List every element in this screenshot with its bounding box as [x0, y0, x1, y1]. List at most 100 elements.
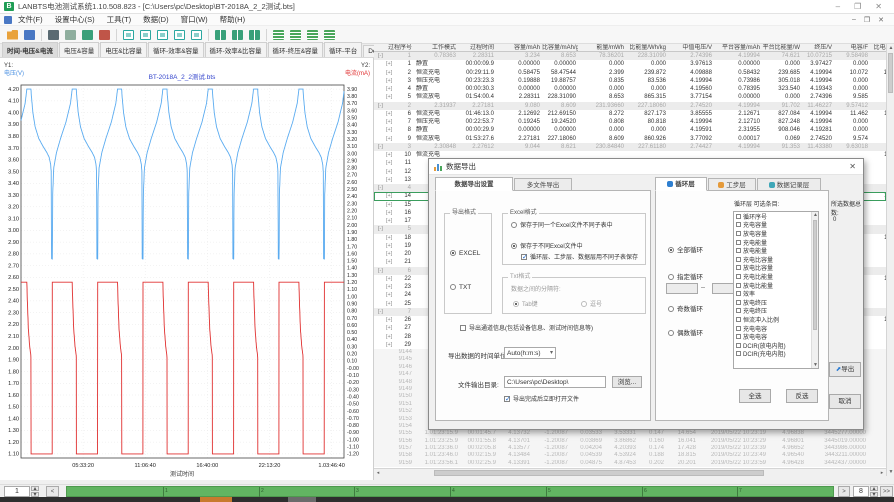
expand-icon[interactable]: [+] — [386, 126, 392, 134]
save-icon[interactable] — [22, 28, 37, 42]
expand-icon[interactable]: [+] — [386, 110, 392, 118]
row-expander-cell[interactable]: [-]3 — [374, 143, 414, 151]
table-row[interactable]: [+]3恒压充电00:23:23.30.1988819.887570.83583… — [374, 77, 886, 85]
column-header-8[interactable]: 平台容量/mAh — [714, 44, 762, 51]
last-page-button[interactable]: >> — [880, 486, 893, 497]
cycle-items-listbox[interactable]: 循环序号充电容量放电容量充电能量放电能量充电比容量放电比容量充电比能量放电比能量… — [733, 211, 819, 369]
view-tab-6[interactable]: 循环-平台 — [324, 42, 362, 57]
row-expander-cell[interactable]: [+]19 — [374, 242, 414, 250]
row-expander-cell[interactable]: [+]4 — [374, 85, 414, 93]
expand-icon[interactable]: [+] — [386, 217, 392, 225]
even-cycles-radio[interactable]: 偶数循环 — [668, 327, 703, 337]
list-item-checkbox[interactable]: DCIR(充电内阻) — [734, 350, 818, 359]
maximize-button[interactable]: ❐ — [854, 2, 861, 11]
expand-icon[interactable]: [+] — [386, 201, 392, 209]
list-item-checkbox[interactable]: 充电比容量 — [734, 255, 818, 264]
list-scrollbar[interactable]: ▲ ▼ — [811, 212, 818, 368]
row-expander-cell[interactable]: [+]24 — [374, 291, 414, 299]
column-header-12[interactable]: 比电容/F/g — [870, 44, 886, 51]
cancel-button[interactable]: 取消 — [829, 394, 861, 409]
row-expander-cell[interactable]: [-]7 — [374, 308, 414, 316]
menu-item-2[interactable]: 工具(T) — [107, 14, 132, 25]
view-tab-1[interactable]: 电压&容量 — [59, 42, 99, 57]
row-expander-cell[interactable]: [+]29 — [374, 341, 414, 349]
expand-icon[interactable]: [+] — [386, 60, 392, 68]
record-row[interactable]: 91551.01:23:15.900:01:45.74.13732-1.2008… — [374, 430, 886, 437]
invert-selection-button[interactable]: 反选 — [786, 389, 818, 403]
browse-button[interactable]: 浏览... — [612, 376, 642, 388]
dialog-close-icon[interactable]: ✕ — [849, 162, 858, 171]
list-item-checkbox[interactable]: 充电比能量 — [734, 272, 818, 281]
comma-radio[interactable]: 逗号 — [581, 299, 602, 308]
expand-icon[interactable]: [+] — [386, 242, 392, 250]
table-row[interactable]: [+]6恒流充电01:46:13.02.12692212.691508.2728… — [374, 110, 886, 118]
row-expander-cell[interactable]: [-]5 — [374, 225, 414, 233]
minimize-button[interactable]: – — [836, 2, 840, 11]
row-expander-cell[interactable]: [+]7 — [374, 118, 414, 126]
table-row[interactable]: [+]9恒流放电01:53:27.62.27181227.180608.6098… — [374, 135, 886, 143]
schedule-icon[interactable] — [97, 28, 112, 42]
prev-page-button[interactable]: < — [46, 486, 59, 497]
row-expander-cell[interactable]: [+]22 — [374, 275, 414, 283]
row-expander-cell[interactable]: [+]23 — [374, 283, 414, 291]
list-item-checkbox[interactable]: 放电能量 — [734, 246, 818, 255]
view-tab-5[interactable]: 循环-终压&容量 — [268, 42, 324, 57]
time-unit-dropdown[interactable]: Auto(h:m:s) — [504, 347, 556, 359]
menu-item-5[interactable]: 帮助(H) — [220, 14, 245, 25]
table-horizontal-scrollbar[interactable]: ◂ ▸ — [374, 468, 886, 477]
next-page-button[interactable]: > — [838, 486, 850, 497]
row-expander-cell[interactable]: [-]1 — [374, 52, 414, 60]
view-tab-0[interactable]: 时间-电压&电流 — [2, 42, 58, 57]
expand-icon[interactable]: [+] — [386, 209, 392, 217]
scale-y-axis-icon[interactable] — [121, 28, 136, 42]
row-expander-cell[interactable]: [+]17 — [374, 217, 414, 225]
row-expander-cell[interactable]: [+]21 — [374, 258, 414, 266]
view-tab-4[interactable]: 循环-效率&比容量 — [205, 42, 267, 57]
tab-export-settings[interactable]: 数据导出设置 — [435, 177, 513, 191]
list-item-checkbox[interactable]: 放电比容量 — [734, 264, 818, 273]
expand-icon[interactable]: [+] — [386, 333, 392, 341]
expand-icon[interactable]: [+] — [386, 85, 392, 93]
row-expander-cell[interactable]: [+]6 — [374, 110, 414, 118]
list-item-checkbox[interactable]: 充电电容 — [734, 324, 818, 333]
list-item-checkbox[interactable]: 充电容量 — [734, 221, 818, 230]
expand-icon[interactable]: [+] — [386, 151, 392, 159]
row-expander-cell[interactable]: [+]16 — [374, 209, 414, 217]
expand-icon[interactable]: [+] — [386, 135, 392, 143]
expand-icon[interactable]: [+] — [386, 77, 392, 85]
table-row[interactable]: [+]5恒流放电01:54:00.42.28311228.310908.6538… — [374, 93, 886, 101]
record-row[interactable]: 91571.01:23:36.000:02:05.84.13577-1.2008… — [374, 445, 886, 452]
table-row[interactable]: [+]2恒流充电00:29:11.90.5847558.475442.39923… — [374, 69, 886, 77]
record-layer-list-icon[interactable] — [305, 28, 320, 42]
mdi-close-icon[interactable]: ✕ — [878, 16, 884, 24]
right-page-up-icon[interactable]: ▴ — [870, 486, 878, 491]
row-expander-cell[interactable]: [+]9 — [374, 135, 414, 143]
list-item-checkbox[interactable]: 放电比能量 — [734, 281, 818, 290]
expand-icon[interactable]: [+] — [386, 250, 392, 258]
table-row[interactable]: [-]32.308482.276129.0448.621230.84840227… — [374, 143, 886, 151]
column-header-10[interactable]: 终压/V — [802, 44, 834, 51]
expand-icon[interactable]: [+] — [386, 234, 392, 242]
plot-frame[interactable] — [21, 85, 344, 458]
column-header-1[interactable]: 工作模式 — [414, 44, 458, 51]
list-item-checkbox[interactable]: 放电电容 — [734, 332, 818, 341]
table-row[interactable]: [+]7恒压充电00:22:53.70.1924519.245200.80880… — [374, 118, 886, 126]
column-header-0[interactable]: 过程序号 — [374, 44, 414, 51]
row-expander-cell[interactable]: [-]6 — [374, 267, 414, 275]
specified-cycles-radio[interactable]: 指定循环 — [668, 271, 703, 281]
menu-item-0[interactable]: 文件(F) — [18, 14, 43, 25]
list-item-checkbox[interactable]: DCIR(放电内阻) — [734, 341, 818, 350]
view-tab-3[interactable]: 循环-效率&容量 — [148, 42, 204, 57]
right-page-spinner[interactable]: 8 — [853, 486, 869, 497]
cascade-windows-icon[interactable] — [247, 28, 262, 42]
table-row[interactable]: [+]1静置00:00:09.90.000000.000000.0000.000… — [374, 60, 886, 68]
row-expander-cell[interactable]: [+]3 — [374, 77, 414, 85]
tile-vertical-icon[interactable] — [213, 28, 228, 42]
column-header-7[interactable]: 中值电压/V — [668, 44, 714, 51]
row-expander-cell[interactable]: [+]26 — [374, 316, 414, 324]
expand-icon[interactable]: [+] — [386, 275, 392, 283]
left-page-up-icon[interactable]: ▴ — [31, 486, 39, 491]
column-header-4[interactable]: 比容量/mAh/g — [542, 44, 578, 51]
export-button[interactable]: ⬈导出 — [829, 362, 861, 377]
expand-icon[interactable]: [+] — [386, 316, 392, 324]
